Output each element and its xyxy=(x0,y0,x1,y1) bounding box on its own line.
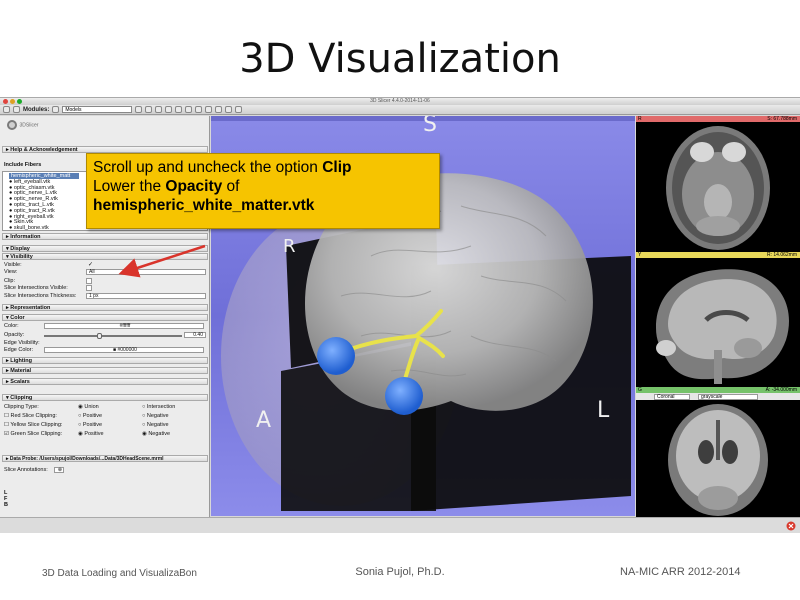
section-material[interactable]: ▸ Material xyxy=(2,367,208,374)
slice-thickness-spinbox[interactable]: 1 px xyxy=(86,293,206,299)
view-label: View: xyxy=(4,269,18,275)
green-slice-view[interactable]: G A: -34.000mm Coronal grayscale xyxy=(636,387,800,517)
slice-intersections-visible-label: Slice Intersections Visible: xyxy=(4,285,68,291)
section-information[interactable]: ▸ Information xyxy=(2,233,208,240)
slice-annotations-button[interactable]: ⊕ xyxy=(54,467,64,473)
yellow-slice-view[interactable]: Y R: 14.062mm xyxy=(636,252,800,387)
clip-checkbox[interactable] xyxy=(86,278,92,284)
extension-icon[interactable] xyxy=(235,106,243,113)
layout-icon[interactable] xyxy=(165,106,173,113)
yellow-positive-radio[interactable]: ○ Positive xyxy=(78,422,102,428)
layout-fourup-icon[interactable] xyxy=(195,106,203,113)
section-lighting[interactable]: ▸ Lighting xyxy=(2,357,208,364)
slicer-logo-icon xyxy=(7,120,17,130)
close-window-button[interactable] xyxy=(3,99,8,104)
orientation-label-r: R xyxy=(283,236,296,257)
window-title: 3D Slicer 4.4.0-2014-11-06 xyxy=(370,98,430,104)
crosshair-icon[interactable] xyxy=(205,106,213,113)
forward-icon[interactable] xyxy=(145,106,153,113)
section-color[interactable]: ▾ Color xyxy=(2,314,208,321)
edge-color-label: Edge Color: xyxy=(4,347,34,353)
green-negative-radio[interactable]: ◉ Negative xyxy=(142,431,170,437)
section-scalars[interactable]: ▸ Scalars xyxy=(2,378,208,385)
fiducial-icon[interactable] xyxy=(225,106,233,113)
window-titlebar: 3D Slicer 4.4.0-2014-11-06 xyxy=(0,98,800,105)
callout-line-3: hemispheric_white_matter.vtk xyxy=(93,197,315,214)
opacity-slider-handle[interactable] xyxy=(97,333,103,339)
visible-checkbox[interactable]: ✓ xyxy=(88,262,93,268)
green-slice-clipping-label: ☑ Green Slice Clipping: xyxy=(4,431,63,437)
yellow-slice-clipping-label: ☐ Yellow Slice Clipping: xyxy=(4,422,63,428)
clipping-type-label: Clipping Type: xyxy=(4,404,39,410)
orientation-label-l: L xyxy=(597,398,610,423)
red-negative-radio[interactable]: ○ Negative xyxy=(142,413,169,419)
color-label: Color: xyxy=(4,323,19,329)
model-list-item[interactable]: ● skull_bone.vtk xyxy=(9,225,49,231)
search-icon[interactable] xyxy=(52,106,60,113)
slide: 3D Visualization 3D Slicer 4.4.0-2014-11… xyxy=(0,0,800,600)
intersection-radio[interactable]: ○ Intersection xyxy=(142,404,175,410)
visible-label: Visible: xyxy=(4,262,22,268)
red-positive-radio[interactable]: ○ Positive xyxy=(78,413,102,419)
save-data-icon[interactable] xyxy=(13,106,20,113)
union-radio-icon: ◉ xyxy=(78,404,83,410)
module-selector[interactable]: Models xyxy=(62,106,133,113)
opacity-spinbox[interactable]: 0.40 xyxy=(184,332,206,338)
maximize-window-button[interactable] xyxy=(17,99,22,104)
opacity-label: Opacity: xyxy=(4,332,25,338)
instruction-callout: Scroll up and uncheck the option Clip Lo… xyxy=(86,153,440,229)
main-toolbar: Modules: Models xyxy=(0,105,800,115)
green-positive-radio[interactable]: ◉ Positive xyxy=(78,431,104,437)
slice-annotations-label: Slice Annotations: xyxy=(4,467,48,473)
slide-title: 3D Visualization xyxy=(239,36,561,82)
back-icon[interactable] xyxy=(135,106,143,113)
section-display[interactable]: ▾ Display xyxy=(2,245,208,252)
sagittal-mri-image xyxy=(656,269,789,384)
section-visibility[interactable]: ▾ Visibility xyxy=(2,253,208,260)
edge-color-picker[interactable]: ■ #000000 xyxy=(44,347,204,353)
minimize-window-button[interactable] xyxy=(10,99,15,104)
section-help[interactable]: ▸ Help & Acknowledgement xyxy=(2,146,208,153)
footer-right: NA-MIC ARR 2012-2014 xyxy=(620,566,741,578)
section-representation[interactable]: ▸ Representation xyxy=(2,304,208,311)
layout-3d-icon[interactable] xyxy=(185,106,193,113)
orientation-label-a: A xyxy=(256,408,272,433)
include-fibers-label: Include Fibers xyxy=(4,162,42,168)
union-radio[interactable]: ◉ Union xyxy=(78,404,99,410)
callout-line-2: Lower the Opacity of xyxy=(93,178,240,195)
clip-label: Clip: xyxy=(4,278,16,284)
left-eyeball-model xyxy=(385,377,423,415)
green-slice-options-bar: Coronal grayscale xyxy=(636,393,800,400)
modules-label: Modules: xyxy=(23,106,50,113)
color-picker[interactable]: #ffffff xyxy=(44,323,204,329)
red-slice-view[interactable]: R S: 67.788mm xyxy=(636,116,800,252)
slice-intersections-checkbox[interactable] xyxy=(86,285,92,291)
python-icon[interactable] xyxy=(155,106,163,113)
edge-visibility-label: Edge Visibility: xyxy=(4,340,40,346)
slice-thickness-label: Slice Intersections Thickness: xyxy=(4,293,77,299)
section-clipping[interactable]: ▾ Clipping xyxy=(2,394,208,401)
opacity-slider[interactable] xyxy=(44,333,182,339)
callout-line-1: Scroll up and uncheck the option Clip xyxy=(93,159,352,176)
red-slice-clipping-label: ☐ Red Slice Clipping: xyxy=(4,413,57,419)
coronal-mri-image xyxy=(668,404,768,516)
axial-mri-image xyxy=(666,126,770,250)
intersection-radio-icon: ○ xyxy=(142,404,146,410)
section-data-probe[interactable]: ▸ Data Probe: /Users/spujol/Downloads/..… xyxy=(2,455,208,462)
load-data-icon[interactable] xyxy=(3,106,10,113)
error-log-icon[interactable] xyxy=(786,521,796,531)
mouse-mode-icon[interactable] xyxy=(215,106,223,113)
yellow-negative-radio[interactable]: ○ Negative xyxy=(142,422,169,428)
layout-conventional-icon[interactable] xyxy=(175,106,183,113)
status-bar xyxy=(0,517,800,533)
slicer-logo: 3DSlicer xyxy=(6,119,38,131)
view-selector[interactable]: All xyxy=(86,269,206,275)
probe-b: B xyxy=(4,502,8,508)
orientation-label-s: S xyxy=(423,116,437,137)
right-eyeball-model xyxy=(317,337,355,375)
